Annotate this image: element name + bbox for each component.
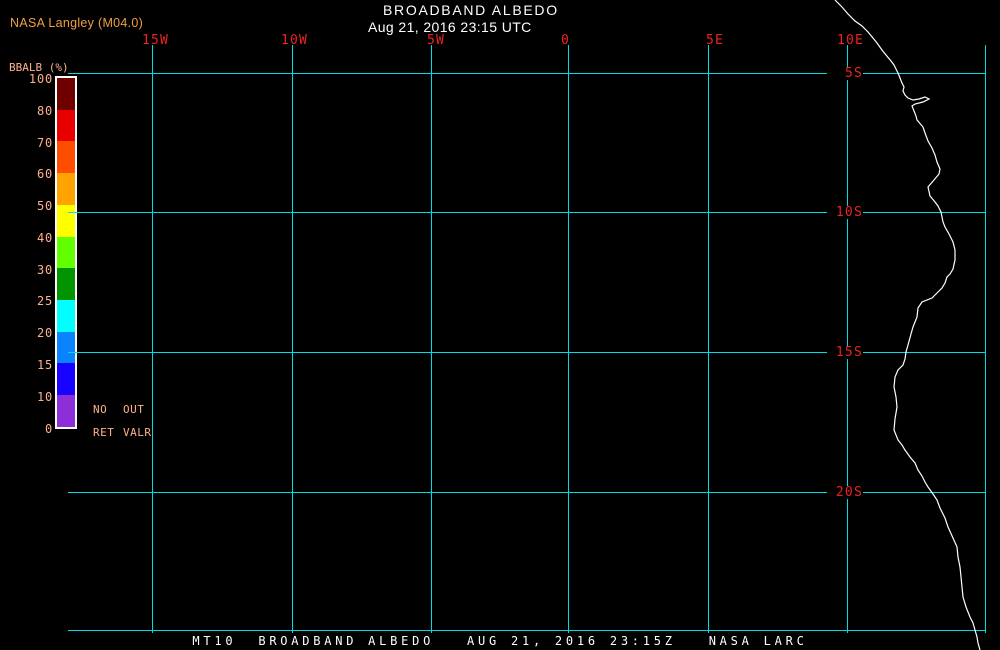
colorbar-tick-10: 10 — [36, 390, 53, 404]
colorbar — [55, 76, 77, 429]
gridline-v-0 — [568, 45, 569, 633]
lon-label-10e: 10E — [837, 33, 865, 48]
lon-label-15w: 15W — [142, 33, 170, 48]
albedo-map-product: NASA Langley (M04.0) BROADBAND ALBEDO Au… — [0, 0, 1000, 650]
gridline-v-5w — [431, 45, 432, 633]
lat-label-10s: 10S — [827, 206, 863, 219]
gridline-v-10w — [292, 45, 293, 633]
colorbar-band-70-60 — [57, 141, 75, 174]
legend-valr: VALR — [123, 426, 152, 439]
page-title: BROADBAND ALBEDO — [383, 2, 559, 18]
legend-out: OUT — [123, 403, 145, 416]
colorbar-band-40-30 — [57, 236, 75, 269]
lon-label-10w: 10W — [281, 33, 309, 48]
colorbar-tick-25: 25 — [36, 294, 53, 308]
lat-label-20s: 20S — [827, 486, 863, 499]
colorbar-band-80-70 — [57, 109, 75, 142]
colorbar-tick-15: 15 — [36, 358, 53, 372]
lat-label-5s: 5S — [827, 67, 863, 80]
lon-label-0: 0 — [561, 33, 571, 48]
coastline-svg — [834, 0, 981, 650]
map-right-border — [985, 45, 986, 633]
gridline-v-5e — [708, 45, 709, 633]
colorbar-band-25-20 — [57, 300, 75, 332]
source-label: NASA Langley (M04.0) — [10, 16, 144, 30]
legend-no: NO — [93, 403, 108, 416]
colorbar-tick-20: 20 — [36, 326, 53, 340]
footer-caption: MT10 BROADBAND ALBEDO AUG 21, 2016 23:15… — [192, 634, 808, 648]
lat-label-15s: 15S — [827, 346, 863, 359]
map-bottom-border — [68, 630, 986, 631]
gridline-v-15w — [152, 45, 153, 633]
colorbar-tick-60: 60 — [36, 167, 53, 181]
colorbar-band-50-40 — [57, 204, 75, 237]
colorbar-tick-100: 100 — [28, 72, 53, 86]
lon-label-5e: 5E — [706, 33, 725, 48]
colorbar-tick-40: 40 — [36, 231, 53, 245]
colorbar-band-15-10 — [57, 363, 75, 396]
colorbar-tick-30: 30 — [36, 263, 53, 277]
colorbar-band-20-15 — [57, 331, 75, 364]
coastline — [834, 0, 981, 650]
colorbar-tick-80: 80 — [36, 104, 53, 118]
colorbar-band-10-0 — [57, 395, 75, 427]
lon-label-5w: 5W — [427, 33, 446, 48]
colorbar-tick-70: 70 — [36, 136, 53, 150]
colorbar-band-60-50 — [57, 173, 75, 205]
colorbar-tick-50: 50 — [36, 199, 53, 213]
legend-ret: RET — [93, 426, 115, 439]
timestamp-label: Aug 21, 2016 23:15 UTC — [368, 19, 532, 35]
colorbar-band-30-25 — [57, 268, 75, 301]
colorbar-band-100-80 — [57, 78, 75, 110]
gridline-v-10e — [847, 45, 848, 633]
colorbar-tick-0: 0 — [44, 422, 53, 436]
